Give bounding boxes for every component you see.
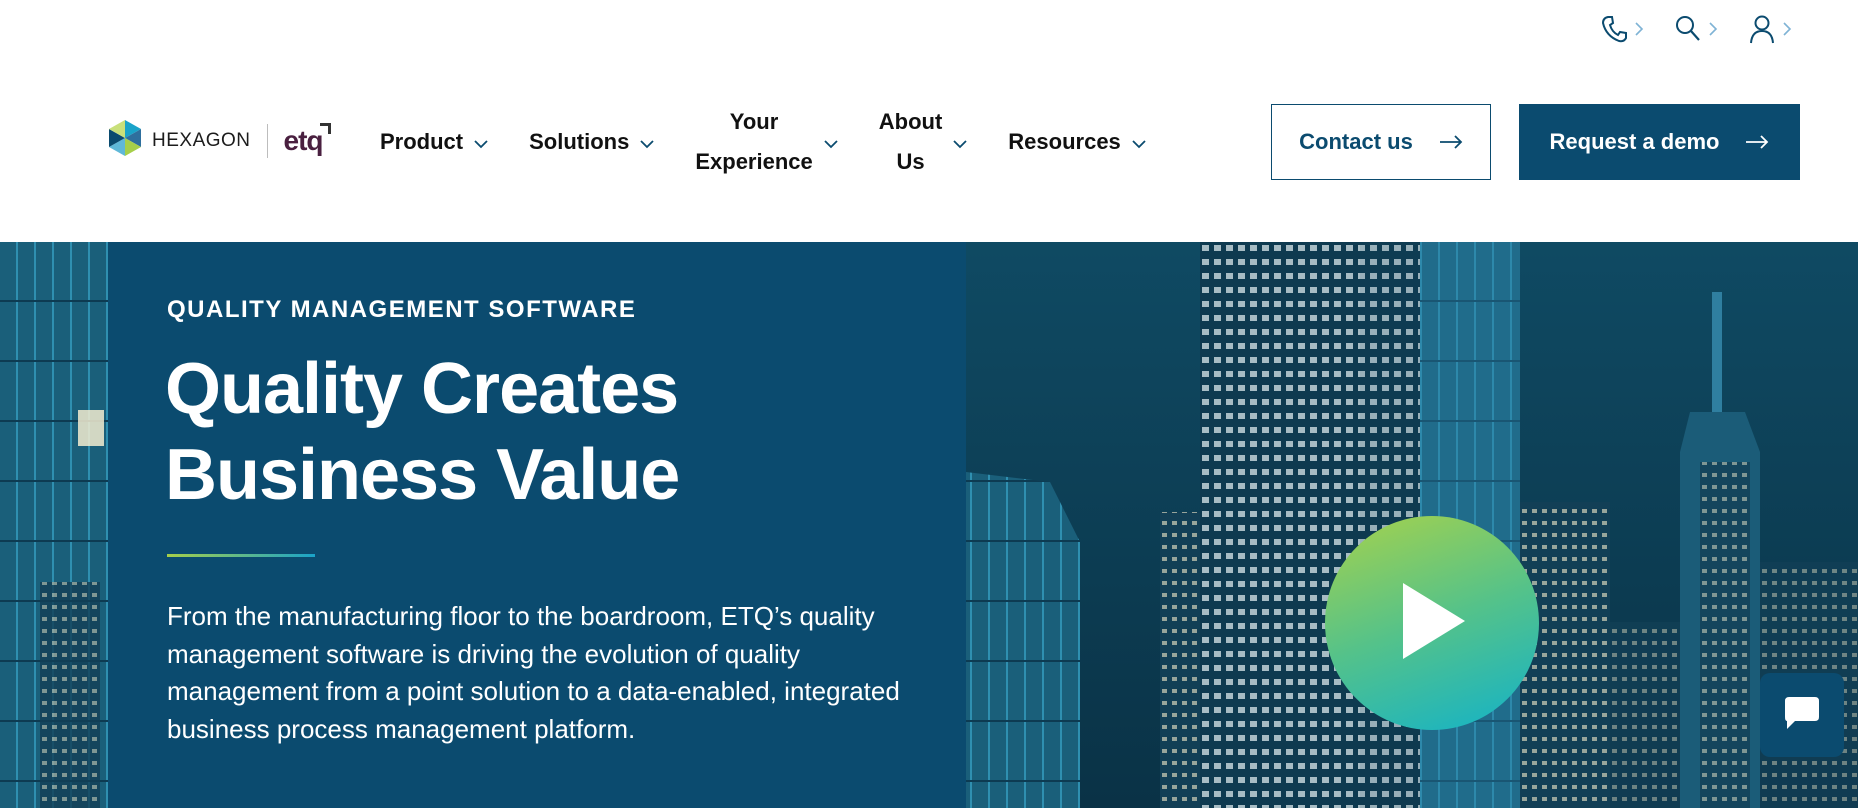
nav-label: Solutions xyxy=(529,129,630,154)
hero-body-text: From the manufacturing floor to the boar… xyxy=(167,601,900,744)
hero-eyebrow: QUALITY MANAGEMENT SOFTWARE xyxy=(167,296,637,323)
main-nav: Product Solutions Your Experience About … xyxy=(380,96,1147,188)
play-icon xyxy=(1397,581,1467,666)
chat-bubble-icon xyxy=(1781,693,1823,738)
request-demo-button[interactable]: Request a demo xyxy=(1519,104,1800,180)
hero-headline: Quality Creates Business Value xyxy=(165,346,865,518)
chevron-right-icon xyxy=(1708,21,1718,37)
nav-item-product[interactable]: Product xyxy=(380,122,489,162)
chevron-down-icon xyxy=(823,129,839,155)
chevron-down-icon xyxy=(473,129,489,155)
chevron-right-icon xyxy=(1782,21,1792,37)
arrow-right-icon xyxy=(1439,129,1463,155)
nav-label: Resources xyxy=(1008,129,1121,154)
nav-label-line2: Us xyxy=(896,149,925,174)
chevron-down-icon xyxy=(639,129,655,155)
account-link[interactable] xyxy=(1748,14,1792,44)
nav-item-resources[interactable]: Resources xyxy=(1008,122,1147,162)
site-header: HEXAGON etq Product Solutions Your Exper… xyxy=(0,96,1858,188)
request-demo-label: Request a demo xyxy=(1549,129,1720,154)
brand-logo[interactable]: HEXAGON etq xyxy=(106,118,331,163)
play-video-button[interactable] xyxy=(1325,516,1539,730)
nav-label: Product xyxy=(380,129,464,154)
chevron-right-icon xyxy=(1634,21,1644,37)
search-icon xyxy=(1674,14,1702,44)
nav-item-about-us[interactable]: About Us xyxy=(879,102,969,182)
hero-text-panel: QUALITY MANAGEMENT SOFTWARE Quality Crea… xyxy=(108,242,966,808)
chat-widget-button[interactable] xyxy=(1760,673,1844,757)
nav-item-solutions[interactable]: Solutions xyxy=(529,122,655,162)
hexagon-wordmark: HEXAGON xyxy=(152,129,251,151)
hero-headline-line2: Business Value xyxy=(165,435,680,515)
hero-headline-line1: Quality Creates xyxy=(165,349,679,429)
chevron-down-icon xyxy=(952,129,968,155)
accent-divider xyxy=(167,554,315,557)
nav-item-your-experience[interactable]: Your Experience xyxy=(695,102,838,182)
arrow-right-icon xyxy=(1745,129,1769,155)
nav-label-line1: About xyxy=(878,109,943,134)
contact-us-label: Contact us xyxy=(1299,129,1413,154)
phone-link[interactable] xyxy=(1600,14,1644,44)
logo-divider xyxy=(266,123,268,158)
etq-logo: etq xyxy=(283,122,331,157)
phone-icon xyxy=(1600,14,1628,44)
search-link[interactable] xyxy=(1674,14,1718,44)
contact-us-button[interactable]: Contact us xyxy=(1271,104,1491,180)
chevron-down-icon xyxy=(1131,129,1147,155)
nav-label-line2: Experience xyxy=(695,149,813,174)
nav-label: About Us xyxy=(879,102,943,182)
nav-label: Your Experience xyxy=(695,102,812,182)
utility-bar xyxy=(1600,14,1792,44)
user-icon xyxy=(1748,14,1776,44)
etq-wordmark: etq xyxy=(283,124,324,156)
hexagon-mark-icon xyxy=(106,118,144,163)
hero-section: QUALITY MANAGEMENT SOFTWARE Quality Crea… xyxy=(0,242,1858,808)
nav-label-line1: Your xyxy=(729,109,779,134)
